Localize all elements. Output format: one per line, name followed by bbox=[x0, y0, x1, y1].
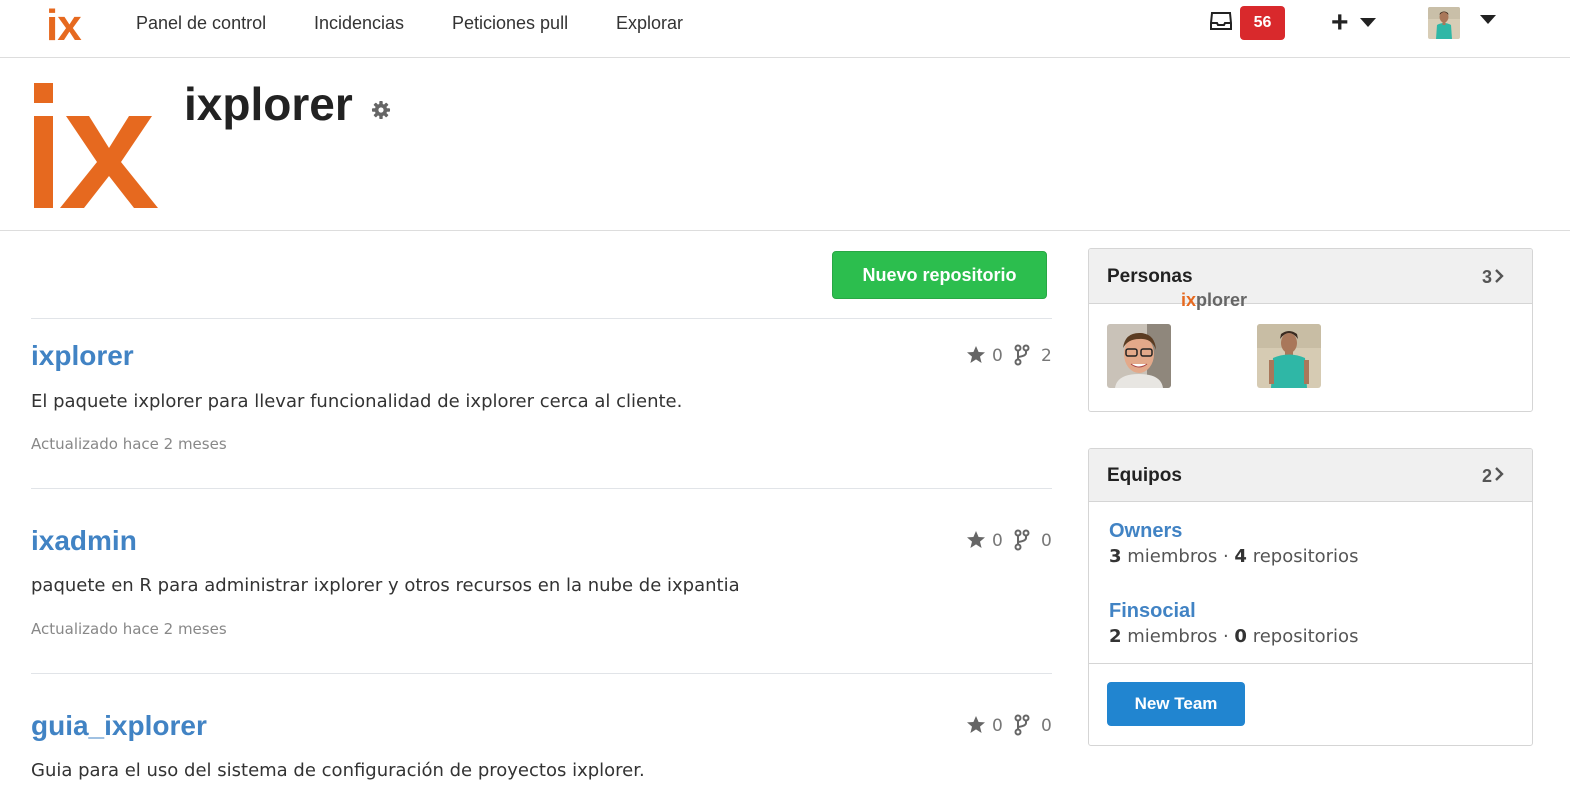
team-repos-label: repositorios bbox=[1252, 626, 1359, 647]
divider bbox=[31, 318, 1052, 319]
notification-count-badge[interactable]: 56 bbox=[1240, 6, 1285, 40]
org-member-suffix: plorer bbox=[1196, 290, 1248, 310]
divider bbox=[31, 673, 1052, 674]
fork-icon bbox=[1014, 714, 1030, 736]
repo-updated-time: Actualizado hace 2 meses bbox=[31, 620, 227, 638]
nav-item-pull-requests[interactable]: Peticiones pull bbox=[452, 12, 568, 34]
team-repo-count: 0 bbox=[1234, 626, 1247, 647]
team-meta: 2 miembros · 0 repositorios bbox=[1109, 625, 1358, 649]
gear-icon[interactable] bbox=[371, 100, 391, 120]
star-count: 0 bbox=[992, 346, 1003, 366]
org-member-name[interactable]: ixplorer bbox=[1181, 289, 1247, 311]
user-caret-down-icon[interactable] bbox=[1480, 15, 1496, 24]
repo-description: Guia para el uso del sistema de configur… bbox=[31, 760, 645, 781]
repo-stats: 0 0 bbox=[966, 529, 1056, 553]
repo-description: paquete en R para administrar ixplorer y… bbox=[31, 575, 740, 596]
star-icon bbox=[967, 531, 985, 548]
team-member-count: 2 bbox=[1109, 626, 1122, 647]
org-name: ixplorer bbox=[184, 78, 353, 130]
fork-count: 0 bbox=[1041, 531, 1052, 551]
divider bbox=[1089, 663, 1532, 664]
star-icon bbox=[967, 716, 985, 733]
star-count: 0 bbox=[992, 716, 1003, 736]
top-navbar: ix Panel de control Incidencias Peticion… bbox=[0, 0, 1570, 58]
fork-icon bbox=[1014, 529, 1030, 551]
people-box: Personas 3 ixplorer bbox=[1088, 248, 1533, 412]
teams-box: Equipos 2 Owners 3 miembros · 4 reposito… bbox=[1088, 448, 1533, 746]
nav-item-explore[interactable]: Explorar bbox=[616, 12, 683, 34]
separator-dot: · bbox=[1222, 626, 1235, 647]
separator-dot: · bbox=[1222, 546, 1235, 567]
chevron-right-icon[interactable] bbox=[1493, 269, 1505, 283]
member-avatar[interactable] bbox=[1257, 324, 1321, 388]
repo-name-link[interactable]: ixadmin bbox=[31, 525, 137, 557]
org-logo bbox=[34, 83, 158, 208]
teams-count: 2 bbox=[1481, 466, 1492, 486]
teams-box-header[interactable]: Equipos 2 bbox=[1089, 449, 1532, 502]
chevron-right-icon[interactable] bbox=[1493, 467, 1505, 481]
repo-stats: 0 2 bbox=[966, 344, 1056, 368]
repo-updated-time: Actualizado hace 2 meses bbox=[31, 435, 227, 453]
org-member-prefix: ix bbox=[1181, 290, 1197, 310]
new-repository-button[interactable]: Nuevo repositorio bbox=[832, 251, 1047, 299]
avatar[interactable] bbox=[1428, 7, 1460, 39]
team-member-count: 3 bbox=[1109, 546, 1122, 567]
star-icon bbox=[967, 346, 985, 363]
team-name-link[interactable]: Finsocial bbox=[1109, 599, 1196, 623]
team-name-link[interactable]: Owners bbox=[1109, 519, 1182, 543]
teams-box-title: Equipos bbox=[1107, 465, 1182, 486]
team-repos-label: repositorios bbox=[1252, 546, 1359, 567]
people-box-title: Personas bbox=[1107, 266, 1193, 287]
org-header: ixplorer bbox=[0, 58, 1570, 231]
caret-down-icon[interactable] bbox=[1360, 18, 1376, 27]
fork-count: 2 bbox=[1041, 346, 1052, 366]
team-meta: 3 miembros · 4 repositorios bbox=[1109, 545, 1358, 569]
nav-item-dashboard[interactable]: Panel de control bbox=[136, 12, 266, 34]
team-repo-count: 4 bbox=[1234, 546, 1247, 567]
repo-stats: 0 0 bbox=[966, 714, 1056, 738]
repo-name-link[interactable]: guia_ixplorer bbox=[31, 710, 207, 742]
people-box-header[interactable]: Personas 3 bbox=[1089, 249, 1532, 304]
fork-icon bbox=[1014, 344, 1030, 366]
team-members-label: miembros bbox=[1127, 626, 1218, 647]
team-members-label: miembros bbox=[1127, 546, 1218, 567]
nav-logo[interactable]: ix bbox=[46, 4, 82, 48]
inbox-icon[interactable] bbox=[1210, 11, 1232, 31]
new-team-button[interactable]: New Team bbox=[1107, 682, 1245, 726]
repo-description: El paquete ixplorer para llevar funciona… bbox=[31, 391, 683, 412]
fork-count: 0 bbox=[1041, 716, 1052, 736]
repo-name-link[interactable]: ixplorer bbox=[31, 340, 134, 372]
divider bbox=[31, 488, 1052, 489]
member-avatar[interactable] bbox=[1107, 324, 1171, 388]
nav-item-issues[interactable]: Incidencias bbox=[314, 12, 404, 34]
plus-icon[interactable]: + bbox=[1331, 8, 1349, 38]
star-count: 0 bbox=[992, 531, 1003, 551]
people-count: 3 bbox=[1481, 267, 1492, 287]
